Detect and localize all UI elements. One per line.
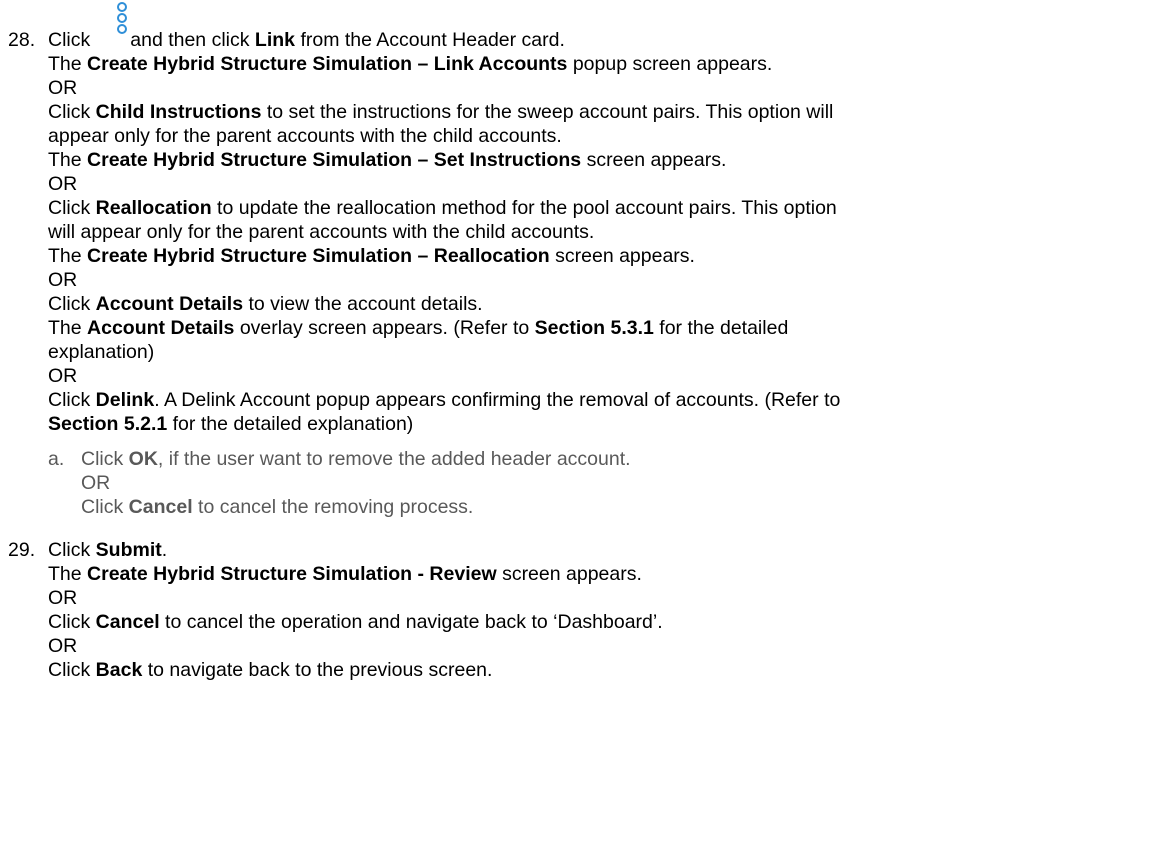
or-separator: OR <box>48 269 78 291</box>
account-details-result: The Account Details overlay screen appea… <box>48 317 789 339</box>
cancel-line: Click Cancel to cancel the operation and… <box>48 611 663 633</box>
or-separator: OR <box>48 365 78 387</box>
reallocation-result: The Create Hybrid Structure Simulation –… <box>48 245 695 267</box>
child-instructions-line-2: appear only for the parent accounts with… <box>48 125 562 147</box>
sub-step-a: a. Click OK, if the user want to remove t… <box>48 448 631 470</box>
step-29-line: 29. Click Submit. <box>8 539 168 561</box>
step-number: 28. <box>8 29 36 51</box>
or-separator: OR <box>48 77 78 99</box>
reallocation-line: Click Reallocation to update the realloc… <box>48 197 837 219</box>
or-separator: OR <box>48 587 78 609</box>
submit-action: Submit <box>95 539 162 561</box>
account-details-result-2: explanation) <box>48 341 155 363</box>
or-separator: OR <box>48 173 78 195</box>
child-instructions-line: Click Child Instructions to set the inst… <box>48 101 834 123</box>
reallocation-line-2: will appear only for the parent accounts… <box>48 221 595 243</box>
link-action: Link <box>254 29 296 51</box>
step-28-line: 28. Click and then click Link from the Acc… <box>8 29 565 51</box>
or-separator: OR <box>81 472 111 494</box>
sub-step-a-cancel: Click Cancel to cancel the removing proc… <box>81 496 474 518</box>
back-line: Click Back to navigate back to the previ… <box>48 659 493 681</box>
account-details-line: Click Account Details to view the accoun… <box>48 293 483 315</box>
step-number: 29. <box>8 539 36 561</box>
or-separator: OR <box>48 635 78 657</box>
review-result: The Create Hybrid Structure Simulation -… <box>48 563 642 585</box>
set-instructions-result: The Create Hybrid Structure Simulation –… <box>48 149 727 171</box>
delink-line-2: Section 5.2.1 for the detailed explanati… <box>48 413 414 435</box>
link-accounts-result: The Create Hybrid Structure Simulation –… <box>48 53 773 75</box>
delink-line: Click Delink. A Delink Account popup app… <box>48 389 841 411</box>
